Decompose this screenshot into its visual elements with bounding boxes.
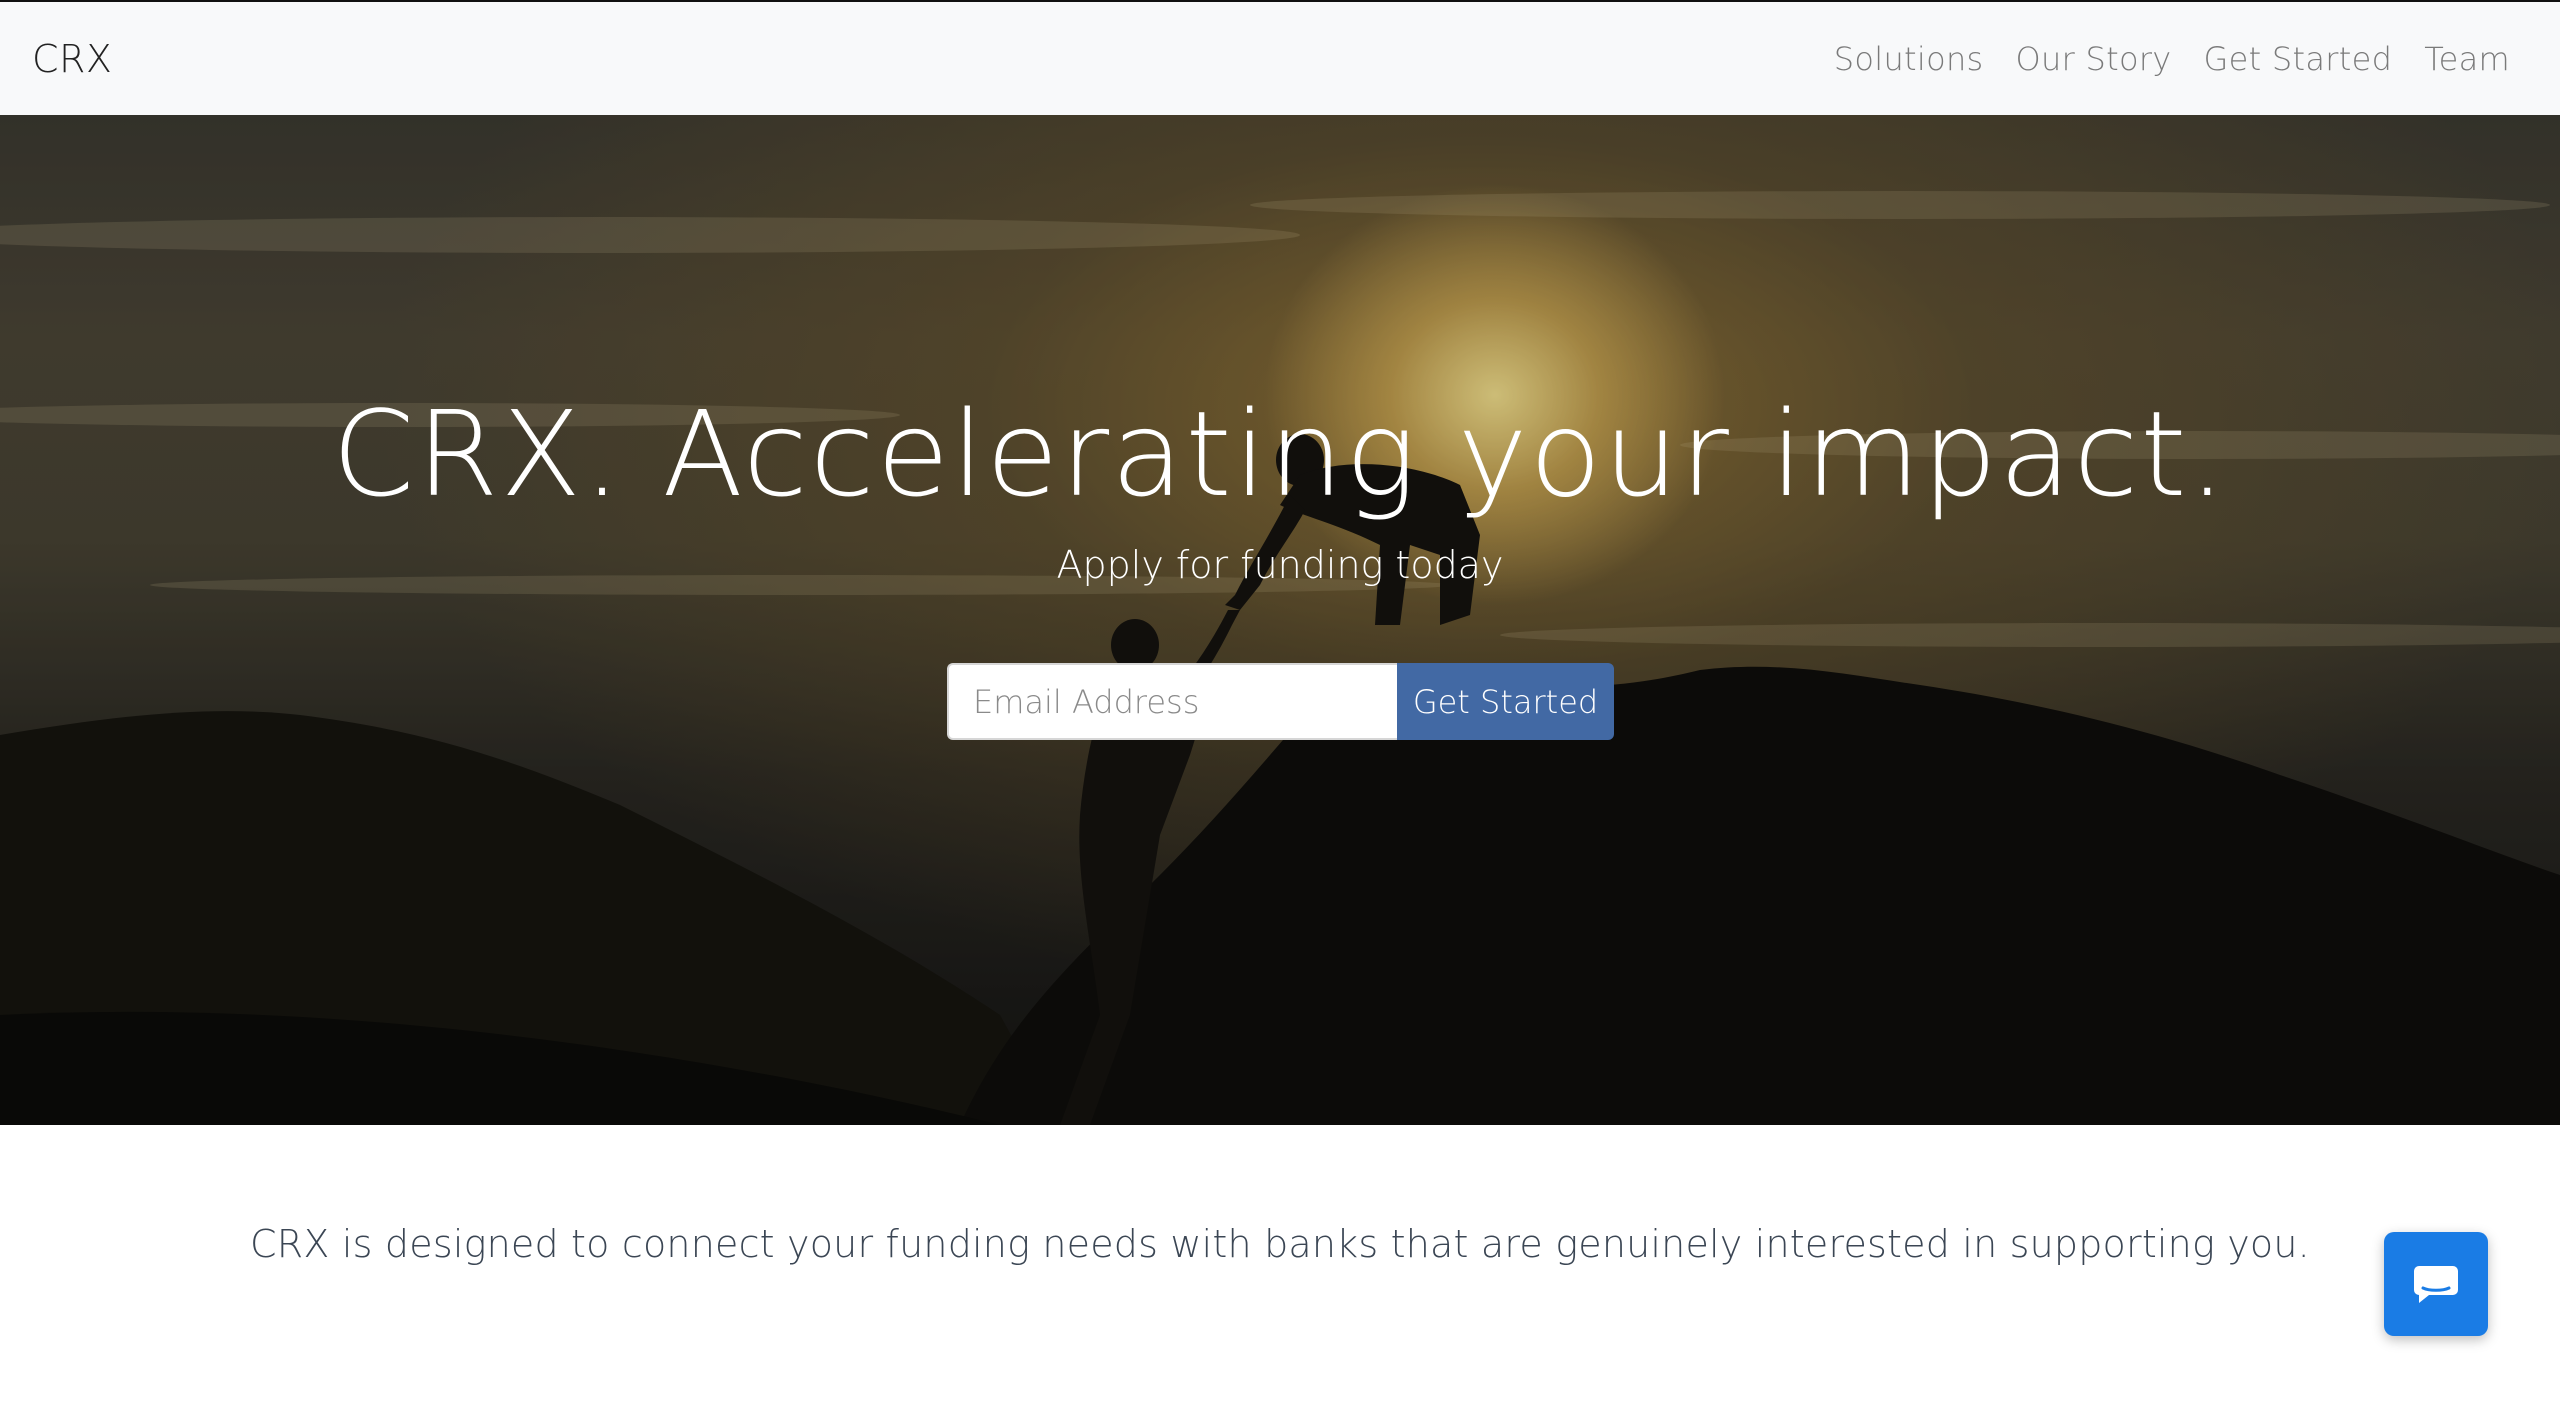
- nav-link-solutions[interactable]: Solutions: [1834, 40, 1984, 78]
- nav-link-team[interactable]: Team: [2424, 40, 2510, 78]
- hero-section: CRX. Accelerating your impact. Apply for…: [0, 115, 2560, 1125]
- top-navbar: CRX Solutions Our Story Get Started Team: [0, 0, 2560, 115]
- nav-links: Solutions Our Story Get Started Team: [1834, 40, 2510, 78]
- chat-bubble-icon: [2414, 1266, 2458, 1303]
- brand-logo[interactable]: CRX: [32, 37, 112, 81]
- hero-subtitle: Apply for funding today: [1056, 543, 1504, 587]
- intro-text: CRX is designed to connect your funding …: [250, 1222, 2310, 1266]
- signup-form: Get Started: [947, 663, 1614, 740]
- email-input[interactable]: [947, 663, 1397, 740]
- get-started-button[interactable]: Get Started: [1397, 663, 1614, 740]
- hero-overlay: [0, 115, 2560, 1125]
- nav-link-get-started[interactable]: Get Started: [2204, 40, 2393, 78]
- nav-link-our-story[interactable]: Our Story: [2016, 40, 2172, 78]
- chat-widget-button[interactable]: [2384, 1232, 2488, 1336]
- hero-title: CRX. Accelerating your impact.: [331, 385, 2229, 523]
